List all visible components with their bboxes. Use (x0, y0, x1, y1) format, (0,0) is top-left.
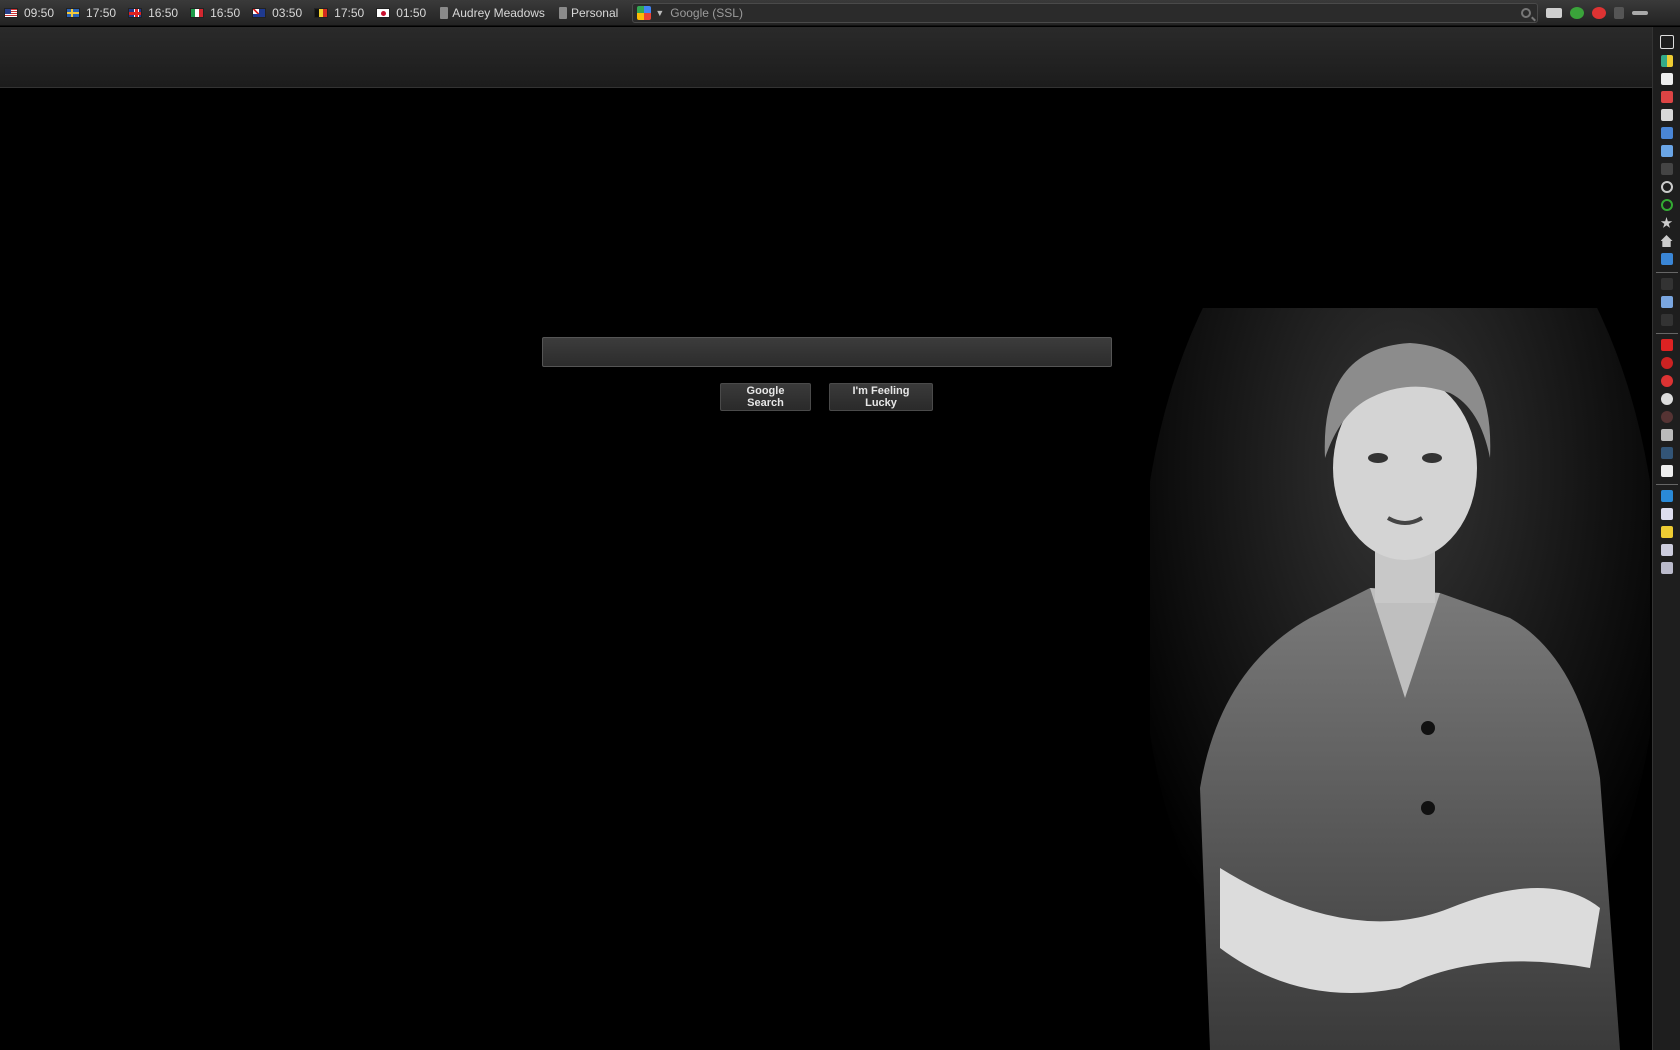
toolbar-icons (1546, 6, 1649, 19)
search-icon[interactable] (1521, 7, 1532, 18)
separator (1655, 272, 1678, 273)
recycle-icon[interactable] (1570, 6, 1585, 19)
sweden-flag-icon (66, 7, 81, 18)
stop-sign-icon[interactable] (1660, 357, 1673, 369)
belgium-flag-icon (314, 7, 329, 18)
gear-icon[interactable] (1660, 278, 1673, 290)
feather-icon[interactable] (1632, 10, 1649, 15)
clock-time: 01:50 (396, 5, 427, 20)
reload-icon[interactable] (1660, 181, 1673, 193)
notes-icon[interactable] (1660, 526, 1673, 538)
download-icon[interactable] (1614, 6, 1625, 19)
clock-time: 16:50 (210, 5, 241, 20)
close-icon[interactable] (1592, 6, 1607, 19)
separator (1655, 333, 1678, 334)
clock-jp: 01:50 (376, 6, 426, 20)
list-icon[interactable] (1660, 544, 1673, 556)
refresh-icon[interactable] (1660, 199, 1673, 211)
clock-time: 03:50 (272, 5, 303, 20)
clock-gb: 16:50 (128, 6, 178, 20)
top-bar: 09:50 17:50 16:50 16:50 03:50 17:50 01:5… (0, 0, 1680, 26)
globe-icon[interactable] (1660, 393, 1673, 405)
book-icon[interactable] (1660, 91, 1673, 103)
address-bar[interactable]: ▼ Google (SSL) (632, 2, 1539, 23)
s-icon[interactable] (1660, 375, 1673, 387)
bookmark-folder-icon (440, 6, 449, 19)
apps-icon[interactable] (1660, 55, 1673, 67)
australia-flag-icon (252, 7, 267, 18)
bookmark-label: Personal (570, 5, 619, 20)
shape-icon[interactable] (1660, 447, 1673, 459)
separator (1655, 484, 1678, 485)
right-toolbar (1652, 27, 1680, 1050)
feeling-lucky-button[interactable]: I'm Feeling Lucky (829, 383, 933, 411)
star-icon[interactable] (1660, 217, 1673, 228)
clock-it: 16:50 (190, 6, 240, 20)
reader-icon[interactable] (1660, 73, 1673, 85)
puzzle-icon[interactable] (1660, 465, 1673, 477)
stop-icon[interactable] (1660, 163, 1673, 175)
window-icon[interactable] (1660, 253, 1673, 265)
wrench-icon[interactable] (1660, 296, 1673, 308)
clock-time: 17:50 (86, 5, 117, 20)
download-page-icon[interactable] (1660, 145, 1673, 157)
google-favicon-icon (637, 5, 652, 20)
fullscreen-icon[interactable] (1659, 35, 1674, 49)
clock-au: 03:50 (252, 6, 302, 20)
screen-icon[interactable] (1546, 7, 1563, 18)
bookmark-audrey-meadows[interactable]: Audrey Meadows (440, 6, 545, 20)
clock-se: 17:50 (66, 6, 116, 20)
tool-icon[interactable] (1660, 314, 1673, 326)
japan-flag-icon (376, 7, 391, 18)
address-bar-text: Google (SSL) (670, 5, 743, 20)
search-input[interactable] (542, 337, 1112, 367)
navigation-bar (0, 27, 1652, 88)
clock-time: 09:50 (24, 5, 55, 20)
clock-us: 09:50 (4, 6, 54, 20)
dropdown-arrow-icon[interactable]: ▼ (655, 8, 664, 18)
uk-flag-icon (128, 7, 143, 18)
clock-time: 16:50 (148, 5, 179, 20)
us-flag-icon (4, 7, 18, 18)
clock-be: 17:50 (314, 6, 364, 20)
home-icon[interactable] (1660, 235, 1673, 247)
page-content: Google Search I'm Feeling Lucky (0, 88, 1652, 1050)
skype-icon[interactable] (1660, 490, 1673, 502)
asterisk-icon[interactable] (1660, 339, 1673, 351)
bookmark-personal[interactable]: Personal (558, 5, 619, 20)
flag-icon[interactable] (1660, 429, 1673, 441)
clock-time: 17:50 (334, 5, 365, 20)
italy-flag-icon (190, 7, 205, 18)
bookmark-label: Audrey Meadows (452, 5, 545, 20)
woman-portrait-image (1150, 308, 1650, 1050)
google-search-button[interactable]: Google Search (720, 383, 811, 411)
document-icon[interactable] (1660, 109, 1673, 121)
table-icon[interactable] (1660, 562, 1673, 574)
copy-icon[interactable] (1660, 508, 1673, 520)
bookmark-folder-icon (558, 6, 567, 19)
globe-dark-icon[interactable] (1660, 411, 1673, 423)
page-icon[interactable] (1660, 127, 1673, 139)
